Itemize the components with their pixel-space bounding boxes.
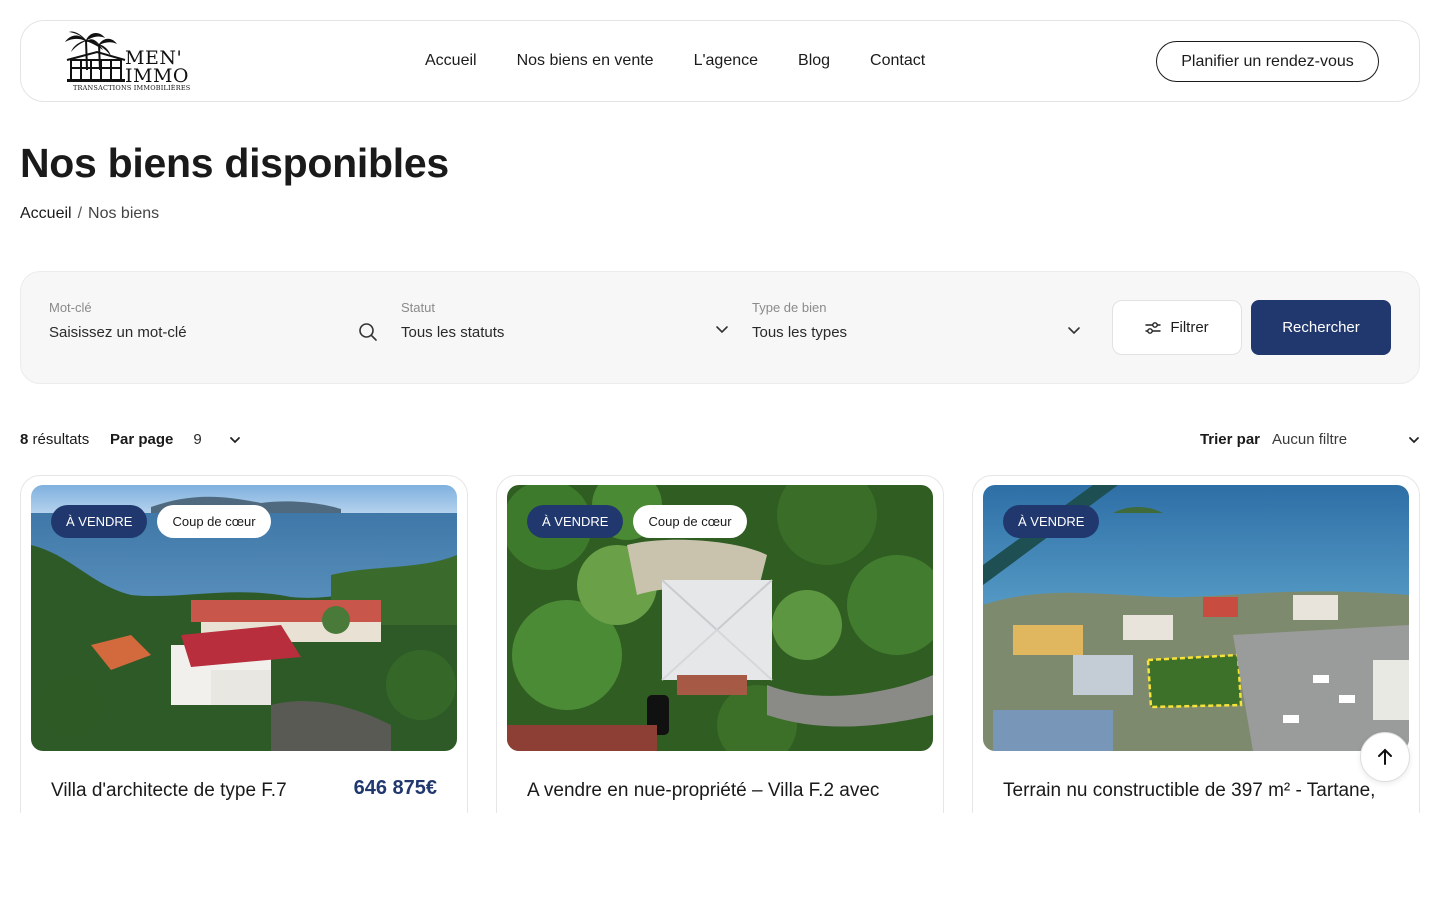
search-icon[interactable] [358,322,378,342]
listing-card[interactable]: À VENDRE Terrain nu constructible de 397… [972,475,1420,835]
sort-label: Trier par [1199,431,1260,448]
listing-badges: À VENDRE Coup de cœur [51,505,271,538]
listing-price: 646 875€ [353,777,437,799]
search-submit-button[interactable]: Rechercher [1251,300,1391,355]
listing-title[interactable]: Terrain nu constructible de 397 m² - Tar… [1003,777,1393,804]
nav-item-blog[interactable]: Blog [798,52,830,70]
keyword-input[interactable]: Saisissez un mot-clé [49,324,379,341]
schedule-appointment-button[interactable]: Planifier un rendez-vous [1156,41,1379,82]
property-type-value[interactable]: Tous les types [752,324,1086,341]
sort-value[interactable]: Aucun filtre [1272,431,1408,448]
for-sale-badge: À VENDRE [51,505,148,538]
scroll-to-top-button[interactable] [1360,732,1410,782]
breadcrumb-current: Nos biens [88,205,160,222]
sliders-icon [1145,321,1162,334]
for-sale-badge: À VENDRE [1003,505,1100,538]
logo-tagline: TRANSACTIONS IMMOBILIÈRES [73,84,191,92]
per-page-select[interactable]: Par page 9 [110,431,241,448]
chevron-down-icon[interactable] [229,436,241,444]
listing-title[interactable]: A vendre en nue-propriété – Villa F.2 av… [527,777,917,804]
listing-card[interactable]: À VENDRE Coup de cœur A vendre en nue-pr… [496,475,944,835]
breadcrumb-home-link[interactable]: Accueil [20,205,72,223]
nav-item-biens-en-vente[interactable]: Nos biens en vente [517,52,654,70]
property-type-select[interactable]: Type de bien Tous les types [752,300,1086,341]
breadcrumb: Accueil / Nos biens [20,205,159,223]
brand-logo[interactable]: MEN' IMMO TRANSACTIONS IMMOBILIÈRES [63,30,191,94]
site-header: MEN' IMMO TRANSACTIONS IMMOBILIÈRES Accu… [20,20,1420,102]
chevron-down-icon[interactable] [1067,326,1081,336]
nav-item-contact[interactable]: Contact [870,52,925,70]
listing-badges: À VENDRE [1003,505,1100,538]
status-label: Statut [401,300,435,315]
listing-card[interactable]: À VENDRE Coup de cœur Villa d'architecte… [20,475,468,835]
favorite-badge: Coup de cœur [157,505,271,538]
results-count: 8 résultats [20,431,89,448]
property-type-label: Type de bien [752,300,827,315]
results-count-suffix: résultats [28,431,90,448]
status-select[interactable]: Statut Tous les statuts [401,300,731,341]
filter-button[interactable]: Filtrer [1112,300,1242,355]
filter-button-label: Filtrer [1170,319,1209,336]
arrow-up-icon [1378,748,1392,765]
main-nav: Accueil Nos biens en vente L'agence Blog… [425,21,925,101]
chevron-down-icon[interactable] [715,325,729,335]
favorite-badge: Coup de cœur [633,505,747,538]
per-page-label: Par page [110,431,174,448]
search-panel: Mot-clé Saisissez un mot-clé Statut Tous… [20,271,1420,384]
per-page-value[interactable]: 9 [193,431,229,448]
listing-badges: À VENDRE Coup de cœur [527,505,747,538]
page-bottom-area [0,813,1440,900]
chevron-down-icon[interactable] [1408,436,1420,444]
for-sale-badge: À VENDRE [527,505,624,538]
page-title: Nos biens disponibles [20,140,449,186]
keyword-field[interactable]: Mot-clé Saisissez un mot-clé [49,300,379,341]
results-toolbar: 8 résultats Par page 9 Trier par Aucun f… [20,430,1420,450]
breadcrumb-separator: / [77,205,83,222]
nav-item-agence[interactable]: L'agence [694,52,758,70]
sort-select[interactable]: Trier par Aucun filtre [1200,431,1420,448]
keyword-label: Mot-clé [49,300,92,315]
status-value[interactable]: Tous les statuts [401,324,731,341]
nav-item-accueil[interactable]: Accueil [425,52,477,70]
